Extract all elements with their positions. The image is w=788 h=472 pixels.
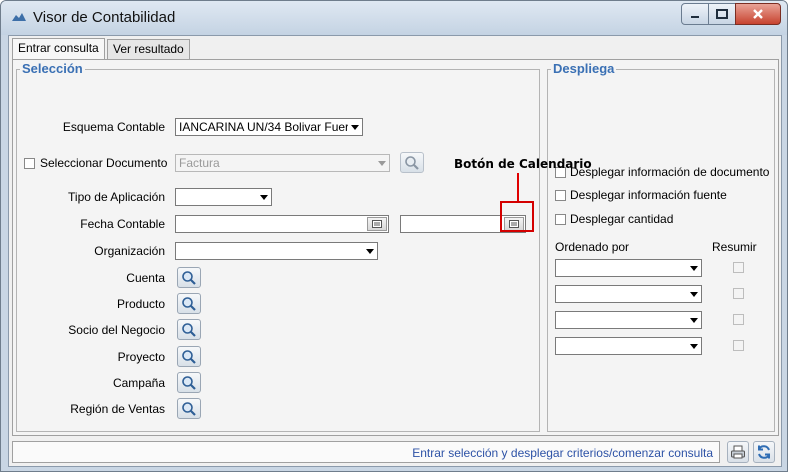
refresh-button[interactable] — [753, 441, 775, 463]
fecha-contable-label: Fecha Contable — [80, 217, 165, 231]
chevron-down-icon[interactable] — [687, 312, 701, 328]
search-icon — [182, 322, 196, 337]
calendar-icon — [372, 220, 382, 228]
seleccion-title: Selección — [20, 61, 85, 76]
ordenado-por-select-3[interactable] — [555, 311, 702, 329]
tipo-aplicacion-label: Tipo de Aplicación — [68, 190, 165, 204]
desplegar-fuente-checkbox[interactable] — [555, 190, 566, 201]
maximize-icon — [716, 9, 728, 19]
socio-negocio-label: Socio del Negocio — [68, 323, 165, 337]
search-icon — [182, 401, 196, 416]
app-window: Visor de Contabilidad Entrar consulta Ve… — [0, 0, 788, 472]
resumir-checkbox-4[interactable] — [733, 340, 744, 351]
producto-search-button[interactable] — [177, 293, 201, 314]
window-title: Visor de Contabilidad — [33, 9, 176, 26]
status-message: Entrar selección y desplegar criterios/c… — [412, 446, 713, 460]
chevron-down-icon[interactable] — [363, 243, 377, 259]
producto-label: Producto — [116, 297, 165, 311]
seleccionar-documento-label: Seleccionar Documento — [40, 156, 168, 170]
seleccionar-documento-checkbox[interactable] — [24, 158, 35, 169]
fecha-desde-calendar-button[interactable] — [367, 217, 387, 231]
ordenado-por-label: Ordenado por — [555, 240, 630, 254]
resumir-checkbox-3[interactable] — [733, 314, 744, 325]
ordenado-por-select-1[interactable] — [555, 259, 702, 277]
campana-label: Campaña — [112, 376, 165, 390]
window-client: Entrar consulta Ver resultado Selección … — [8, 35, 782, 467]
window-controls — [681, 3, 781, 25]
print-icon — [731, 445, 745, 459]
minimize-icon — [691, 16, 699, 18]
ordenado-por-select-4[interactable] — [555, 337, 702, 355]
chevron-down-icon[interactable] — [687, 286, 701, 302]
title-bar[interactable]: Visor de Contabilidad — [1, 1, 787, 35]
maximize-button[interactable] — [708, 3, 736, 25]
ordenado-por-select-2[interactable] — [555, 285, 702, 303]
search-icon — [405, 155, 419, 170]
search-icon — [182, 349, 196, 364]
region-ventas-search-button[interactable] — [177, 398, 201, 419]
desplegar-cantidad-checkbox[interactable] — [555, 214, 566, 225]
documento-select[interactable]: Factura — [175, 154, 390, 172]
chevron-down-icon[interactable] — [687, 338, 701, 354]
chevron-down-icon[interactable] — [348, 119, 362, 135]
esquema-contable-value: IANCARINA UN/34 Bolivar Fuerte — [179, 120, 360, 134]
resumir-checkbox-2[interactable] — [733, 288, 744, 299]
tab-ver-resultado[interactable]: Ver resultado — [107, 39, 190, 59]
chevron-down-icon[interactable] — [687, 260, 701, 276]
despliega-group: Despliega Desplegar información de docum… — [547, 61, 775, 432]
tab-panel: Selección Esquema Contable IANCARINA UN/… — [12, 59, 779, 436]
resumir-checkbox-1[interactable] — [733, 262, 744, 273]
chevron-down-icon[interactable] — [375, 155, 389, 171]
print-button[interactable] — [727, 441, 749, 463]
cuenta-label: Cuenta — [126, 271, 165, 285]
documento-search-button[interactable] — [400, 152, 424, 173]
socio-negocio-search-button[interactable] — [177, 319, 201, 340]
chevron-down-icon[interactable] — [257, 189, 271, 205]
resumir-label: Resumir — [712, 240, 757, 254]
search-icon — [182, 270, 196, 285]
app-icon — [12, 13, 26, 21]
proyecto-label: Proyecto — [117, 350, 165, 364]
esquema-contable-label: Esquema Contable — [62, 120, 165, 134]
esquema-contable-select[interactable]: IANCARINA UN/34 Bolivar Fuerte — [175, 118, 363, 136]
campana-search-button[interactable] — [177, 372, 201, 393]
despliega-title: Despliega — [551, 61, 617, 76]
desplegar-fuente-label: Desplegar información fuente — [570, 188, 727, 202]
status-message-field: Entrar selección y desplegar criterios/c… — [12, 441, 720, 463]
tipo-aplicacion-select[interactable] — [175, 188, 272, 206]
search-icon — [182, 375, 196, 390]
tab-entrar-consulta[interactable]: Entrar consulta — [12, 38, 105, 60]
calendar-annotation-line — [517, 173, 519, 201]
desplegar-documento-label: Desplegar información de documento — [570, 165, 770, 179]
close-button[interactable] — [735, 3, 781, 25]
refresh-icon — [758, 445, 770, 459]
status-bar: Entrar selección y desplegar criterios/c… — [12, 441, 777, 463]
desplegar-cantidad-label: Desplegar cantidad — [570, 212, 674, 226]
fecha-desde-field[interactable] — [175, 215, 389, 233]
seleccion-group: Selección Esquema Contable IANCARINA UN/… — [16, 61, 540, 432]
minimize-button[interactable] — [681, 3, 709, 25]
documento-value: Factura — [179, 156, 220, 170]
region-ventas-label: Región de Ventas — [70, 402, 165, 416]
calendar-annotation-box — [500, 201, 534, 232]
proyecto-search-button[interactable] — [177, 346, 201, 367]
search-icon — [182, 296, 196, 311]
close-icon — [753, 9, 763, 19]
calendar-annotation-label: Botón de Calendario — [454, 157, 592, 171]
cuenta-search-button[interactable] — [177, 267, 201, 288]
organizacion-select[interactable] — [175, 242, 378, 260]
organizacion-label: Organización — [94, 244, 165, 258]
